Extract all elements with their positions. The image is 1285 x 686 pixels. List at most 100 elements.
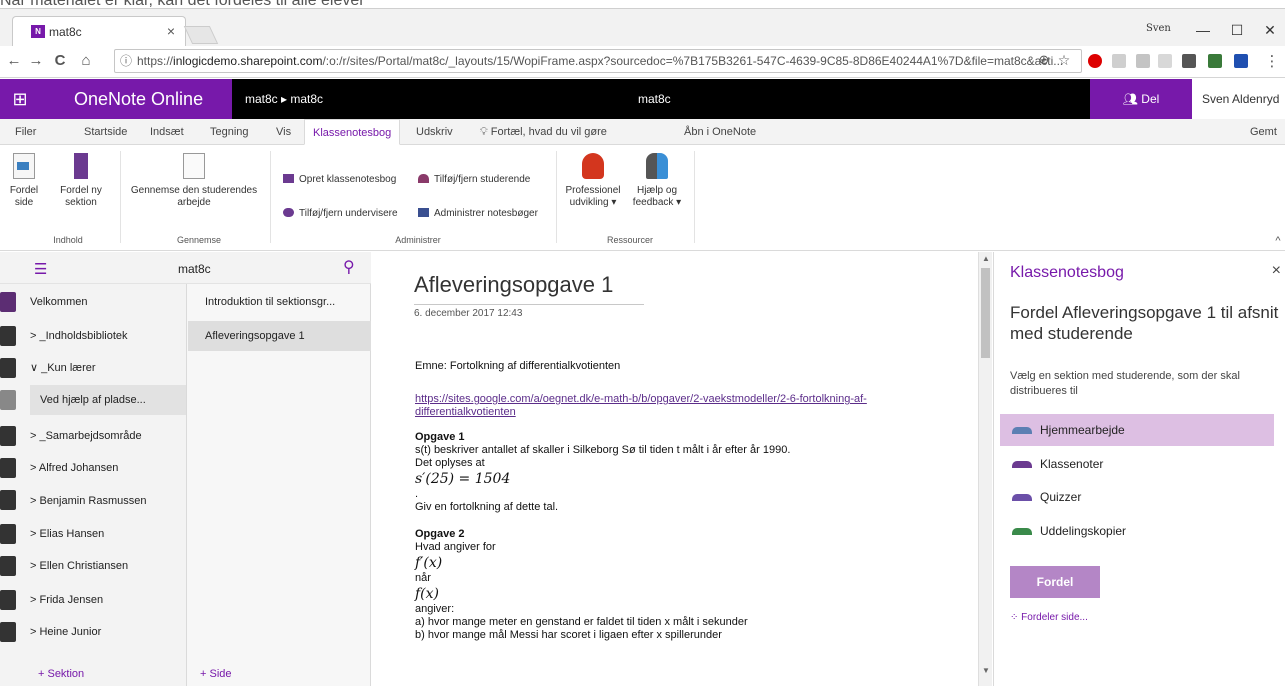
maximize-button[interactable]: ☐ bbox=[1222, 19, 1252, 41]
section-group-samarbejdsomraade[interactable]: > _Samarbejdsområde bbox=[24, 421, 186, 451]
zoom-icon[interactable]: ⊕ bbox=[1034, 52, 1054, 68]
breadcrumb[interactable]: mat8c ▸ mat8c bbox=[245, 79, 323, 119]
ribbon-divider bbox=[694, 151, 695, 243]
distribute-button[interactable]: Fordel bbox=[1010, 566, 1100, 598]
search-icon[interactable]: ⚲ bbox=[343, 257, 355, 277]
review-work-label: Gennemse den studerendes arbejde bbox=[130, 185, 258, 208]
add-remove-teachers-button[interactable]: Tilføj/fjern undervisere bbox=[283, 207, 398, 221]
create-notebook-label: Opret klassenotesbog bbox=[299, 174, 397, 185]
extension-icon[interactable] bbox=[1112, 54, 1126, 68]
extension-icon[interactable] bbox=[1234, 54, 1248, 68]
section-option-klassenoter[interactable]: Klassenoter bbox=[1000, 448, 1274, 480]
close-icon[interactable]: × bbox=[1272, 262, 1281, 280]
tab-home[interactable]: Startside bbox=[84, 119, 127, 145]
distribute-status: ⁘ Fordeler side... bbox=[1010, 612, 1088, 623]
reference-link[interactable]: https://sites.google.com/a/oegnet.dk/e-m… bbox=[415, 393, 867, 418]
manage-notebooks-label: Administrer notesbøger bbox=[434, 208, 538, 219]
section-option-quizzer[interactable]: Quizzer bbox=[1000, 481, 1274, 513]
app-brand[interactable]: OneNote Online bbox=[40, 79, 232, 119]
tab-view[interactable]: Vis bbox=[276, 119, 291, 145]
review-student-work-button[interactable]: Gennemse den studerendes arbejde bbox=[124, 153, 264, 209]
add-remove-students-button[interactable]: Tilføj/fjern studerende bbox=[418, 173, 530, 187]
section-item-ved-hjaelp[interactable]: Ved hjælp af pladse... bbox=[30, 385, 186, 415]
page-scrollbar[interactable]: ▲ ▼ bbox=[978, 252, 992, 686]
minimize-button[interactable]: — bbox=[1188, 19, 1218, 41]
scroll-up-icon[interactable]: ▲ bbox=[979, 252, 993, 266]
document-title: mat8c bbox=[638, 92, 671, 106]
forward-icon[interactable]: → bbox=[26, 52, 46, 69]
page-title[interactable]: Afleveringsopgave 1 bbox=[414, 272, 644, 305]
url-path: /:o:/r/sites/Portal/mat8c/_layouts/15/Wo… bbox=[322, 54, 1064, 68]
page-item-afleveringsopgave[interactable]: Afleveringsopgave 1 bbox=[188, 321, 371, 351]
tell-me-search[interactable]: 💡︎ Fortæl, hvad du vil gøre bbox=[480, 119, 607, 145]
option-label: Uddelingskopier bbox=[1040, 524, 1127, 538]
manage-notebooks-button[interactable]: Administrer notesbøger bbox=[418, 207, 538, 221]
section-group-student[interactable]: > Elias Hansen bbox=[24, 519, 186, 549]
reload-icon[interactable]: C bbox=[50, 52, 70, 69]
app-launcher-icon[interactable]: ⊞ bbox=[0, 79, 40, 119]
section-option-hjemmearbejde[interactable]: Hjemmearbejde bbox=[1000, 414, 1274, 446]
manage-notebooks-icon bbox=[418, 208, 429, 217]
browser-menu-icon[interactable]: ⋮ bbox=[1262, 52, 1282, 70]
scrollbar-thumb[interactable] bbox=[981, 268, 990, 358]
close-window-button[interactable]: ✕ bbox=[1255, 19, 1285, 41]
section-color-tab bbox=[0, 426, 16, 446]
page-body[interactable]: Emne: Fortolkning af differentialkvotien… bbox=[415, 360, 935, 642]
tab-file[interactable]: Filer bbox=[15, 119, 36, 145]
section-group-student[interactable]: > Ellen Christiansen bbox=[24, 551, 186, 581]
info-icon[interactable]: ⓘ bbox=[120, 50, 132, 72]
section-color-tab bbox=[0, 556, 16, 576]
section-group-kun-laerer[interactable]: ∨ _Kun lærer bbox=[24, 353, 186, 383]
tab-insert[interactable]: Indsæt bbox=[150, 119, 184, 145]
distribute-page-button[interactable]: Fordel side bbox=[6, 153, 42, 209]
add-section-button[interactable]: + Sektion bbox=[38, 662, 84, 686]
section-option-uddelingskopier[interactable]: Uddelingskopier bbox=[1000, 515, 1274, 547]
share-button[interactable]: 👥︎ Del bbox=[1090, 79, 1192, 119]
tab-close-icon[interactable]: × bbox=[167, 23, 175, 39]
notebook-name[interactable]: mat8c bbox=[178, 262, 211, 276]
distribute-section-button[interactable]: Fordel ny sektion bbox=[46, 153, 116, 209]
group-label-content: Indhold bbox=[53, 235, 83, 245]
lightbulb-head-icon bbox=[582, 153, 604, 179]
class-notebook-panel: Klassenotesbog × Fordel Afleveringsopgav… bbox=[993, 252, 1285, 686]
opera-extension-icon[interactable] bbox=[1088, 54, 1102, 68]
page-item-introduktion[interactable]: Introduktion til sektionsgr... bbox=[188, 287, 371, 317]
bookmark-star-icon[interactable]: ☆ bbox=[1054, 52, 1074, 69]
professional-development-button[interactable]: Professionel udvikling ▾ bbox=[562, 153, 624, 209]
tab-print[interactable]: Udskriv bbox=[416, 119, 453, 145]
task1-text: Det oplyses at bbox=[415, 457, 485, 469]
section-group-student[interactable]: > Alfred Johansen bbox=[24, 453, 186, 483]
professional-label: Professionel udvikling ▾ bbox=[565, 185, 621, 208]
task1-equation: s′(25) = 1504 bbox=[415, 471, 511, 487]
option-label: Klassenoter bbox=[1040, 457, 1104, 471]
profile-chip[interactable]: Sven bbox=[1146, 23, 1171, 34]
section-group-student[interactable]: > Frida Jensen bbox=[24, 585, 186, 615]
option-label: Quizzer bbox=[1040, 490, 1082, 504]
hamburger-menu-icon[interactable]: ☰ bbox=[34, 260, 47, 278]
section-color-tab bbox=[0, 358, 16, 378]
extension-icon[interactable] bbox=[1208, 54, 1222, 68]
collapse-ribbon-icon[interactable]: ^ bbox=[1272, 235, 1284, 247]
section-group-indholdsbibliotek[interactable]: > _Indholdsbibliotek bbox=[24, 321, 186, 351]
student-icon bbox=[418, 174, 429, 183]
user-name[interactable]: Sven Aldenryd bbox=[1192, 79, 1285, 119]
tab-class-notebook[interactable]: Klassenotesbog bbox=[304, 119, 401, 145]
url-input[interactable]: ⓘ https://inlogicdemo.sharepoint.com/:o:/… bbox=[114, 49, 1082, 73]
section-item-velkommen[interactable]: Velkommen bbox=[24, 287, 186, 317]
back-icon[interactable]: ← bbox=[4, 52, 24, 69]
extension-icon[interactable] bbox=[1182, 54, 1196, 68]
notebook-section-icon bbox=[1012, 427, 1032, 434]
add-page-button[interactable]: + Side bbox=[200, 662, 232, 686]
tab-draw[interactable]: Tegning bbox=[210, 119, 249, 145]
home-icon[interactable]: ⌂ bbox=[76, 52, 96, 69]
extension-icon[interactable] bbox=[1158, 54, 1172, 68]
scroll-down-icon[interactable]: ▼ bbox=[979, 664, 993, 678]
extension-icon[interactable] bbox=[1136, 54, 1150, 68]
open-in-onenote-link[interactable]: Åbn i OneNote bbox=[684, 119, 756, 145]
browser-tab[interactable]: N mat8c × bbox=[12, 16, 186, 46]
help-feedback-button[interactable]: Hjælp og feedback ▾ bbox=[626, 153, 688, 209]
section-group-student[interactable]: > Benjamin Rasmussen bbox=[24, 486, 186, 516]
section-group-student[interactable]: > Heine Junior bbox=[24, 617, 186, 647]
page-canvas[interactable]: Afleveringsopgave 1 6. december 2017 12:… bbox=[372, 252, 978, 686]
create-class-notebook-button[interactable]: Opret klassenotesbog bbox=[283, 173, 396, 187]
